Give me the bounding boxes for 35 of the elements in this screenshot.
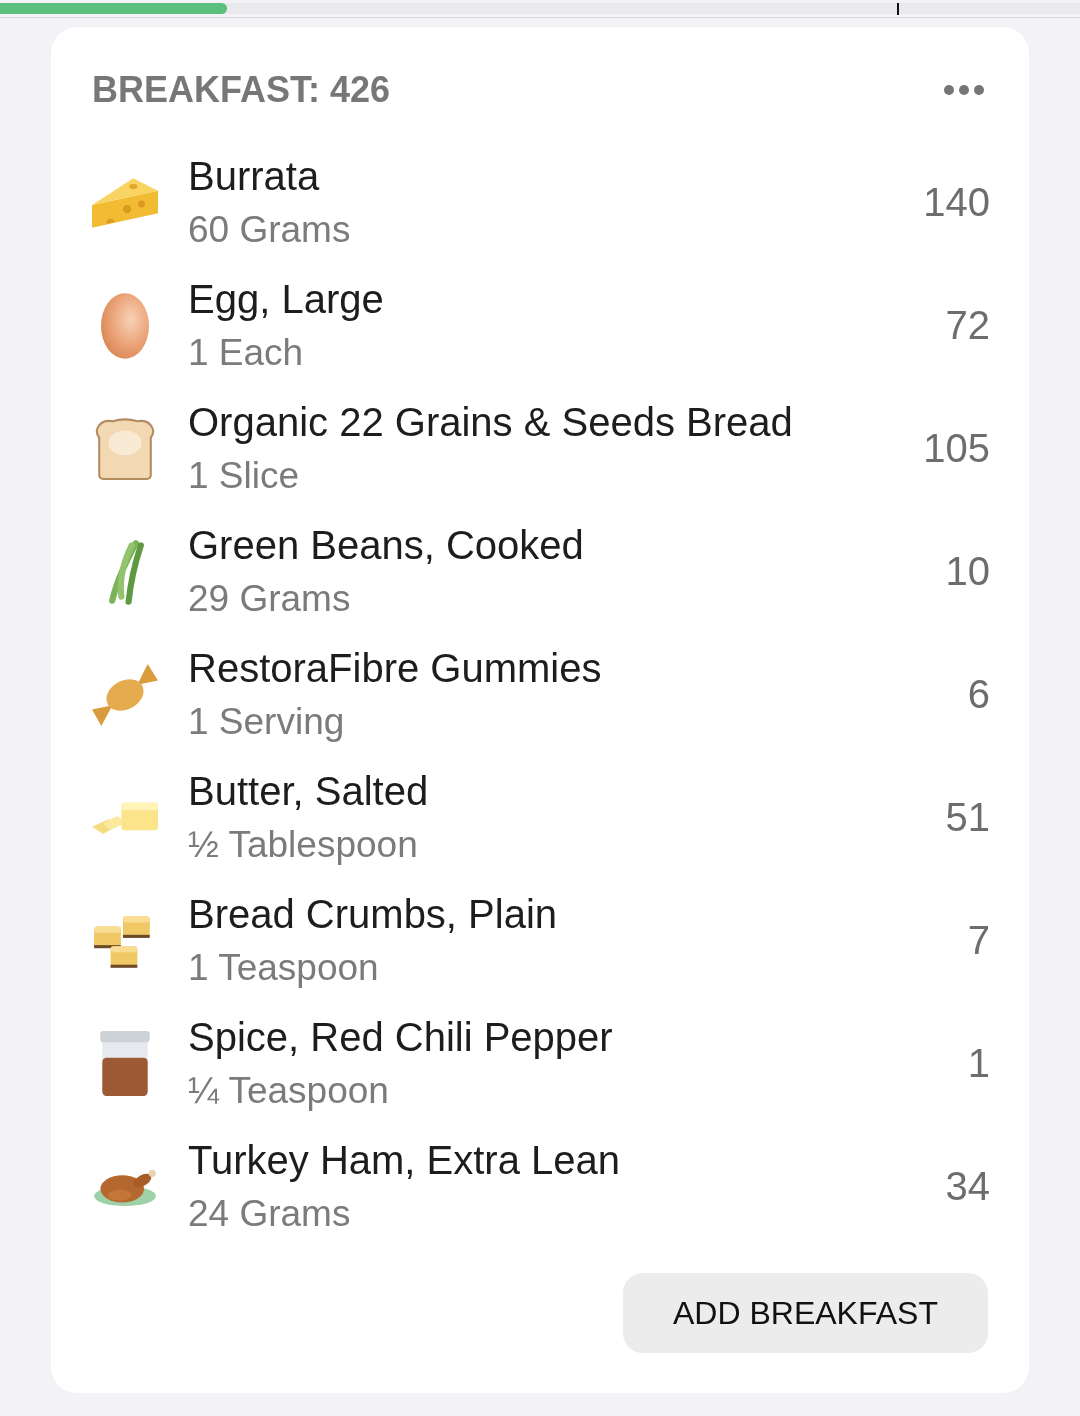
food-name: Green Beans, Cooked [188,521,584,569]
calorie-count: 34 [945,1164,990,1209]
food-amount: 1 Teaspoon [188,945,379,990]
calorie-count: 1 [967,1041,990,1086]
food-amount: 1 Each [188,330,304,375]
calorie-count: 7 [967,918,990,963]
food-name: Egg, Large [188,275,384,323]
food-amount: 24 Grams [188,1191,351,1236]
food-amount: 1 Serving [188,699,345,744]
food-name: Bread Crumbs, Plain [188,890,558,938]
food-name: Turkey Ham, Extra Lean [188,1136,620,1184]
calorie-count: 105 [923,426,990,471]
food-amount: 1 Slice [188,453,300,498]
add-meal-button[interactable]: ADD BREAKFAST [623,1273,988,1353]
food-amount: 29 Grams [188,576,351,621]
food-name: Organic 22 Grains & Seeds Bread [188,398,793,446]
spice-jar-icon [100,1030,150,1097]
calorie-count: 51 [945,795,990,840]
cheese-icon [92,177,158,228]
food-amount: ¼ Teaspoon [188,1068,389,1113]
calorie-count: 72 [945,303,990,348]
calorie-count: 140 [923,180,990,225]
candy-icon [92,663,158,726]
food-amount: 60 Grams [188,207,351,252]
calorie-count: 6 [967,672,990,717]
food-name: RestoraFibre Gummies [188,644,602,692]
calorie-count: 10 [945,549,990,594]
more-options-icon[interactable] [944,85,984,95]
food-name: Burrata [188,152,320,200]
goal-marker-icon [897,3,900,15]
food-amount: ½ Tablespoon [188,822,418,867]
meal-title: BREAKFAST: 426 [92,68,391,112]
food-name: Butter, Salted [188,767,429,815]
food-name: Spice, Red Chili Pepper [188,1013,613,1061]
egg-icon [101,292,149,359]
